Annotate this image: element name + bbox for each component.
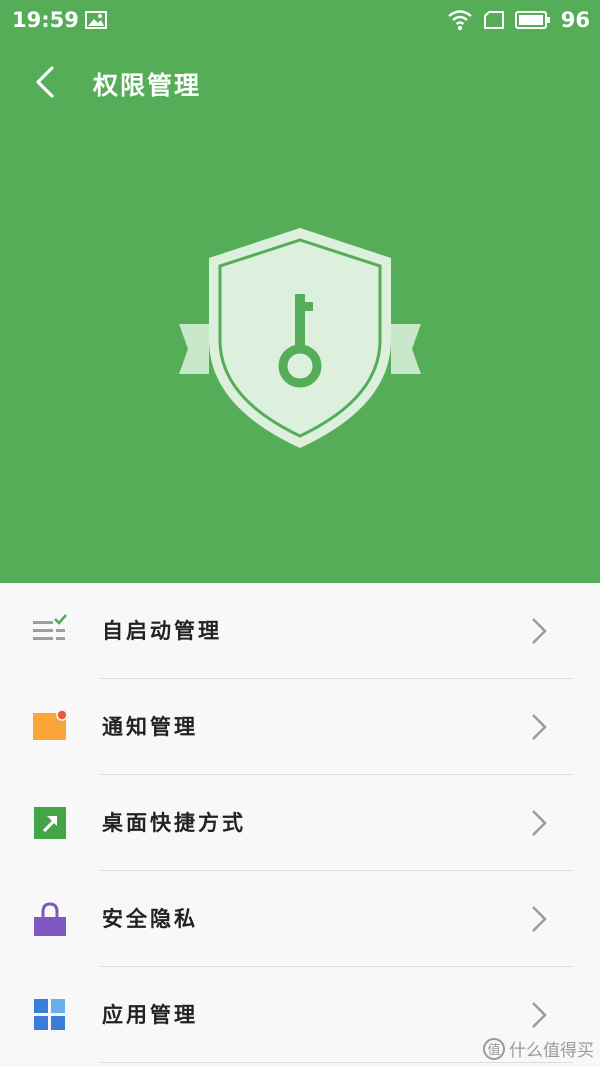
menu-item-label: 应用管理 <box>102 1003 198 1027</box>
watermark-text: 什么值得买 <box>509 1041 594 1061</box>
notification-icon <box>33 709 68 740</box>
menu-item-label: 自启动管理 <box>102 619 222 643</box>
menu-item-autostart[interactable]: 自启动管理 <box>0 583 600 679</box>
status-time: 19:59 <box>12 8 79 32</box>
shortcut-icon <box>34 807 66 839</box>
chevron-right-icon <box>532 714 547 740</box>
chevron-right-icon <box>532 906 547 932</box>
menu-item-notifications[interactable]: 通知管理 <box>0 679 600 775</box>
menu-item-label: 通知管理 <box>102 715 198 739</box>
back-arrow-icon <box>36 66 54 98</box>
shield-key-icon <box>179 228 421 448</box>
autostart-list-icon <box>33 614 67 640</box>
chevron-right-icon <box>532 810 547 836</box>
menu-item-security-privacy[interactable]: 安全隐私 <box>0 871 600 967</box>
header-banner: 19:59 96 权限管理 <box>0 0 600 583</box>
page-title: 权限管理 <box>93 71 202 100</box>
sim-card-icon <box>483 11 504 29</box>
divider <box>100 1062 573 1063</box>
watermark-logo: 值 <box>483 1037 505 1060</box>
menu-item-label: 桌面快捷方式 <box>102 811 246 835</box>
permission-list: 自启动管理 通知管理 桌面快捷方式 安全隐私 应用管理 值 什么值得买 <box>0 583 600 1067</box>
gallery-notification-icon <box>85 11 107 29</box>
menu-item-desktop-shortcuts[interactable]: 桌面快捷方式 <box>0 775 600 871</box>
back-button[interactable] <box>30 64 64 100</box>
app-grid-icon <box>34 999 65 1030</box>
lock-icon <box>34 902 66 936</box>
wifi-icon <box>448 10 472 31</box>
status-bar: 19:59 96 <box>0 0 600 40</box>
watermark: 值 什么值得买 <box>483 1036 594 1061</box>
battery-icon <box>514 11 550 29</box>
top-bar: 权限管理 <box>0 54 600 110</box>
chevron-right-icon <box>532 1002 547 1028</box>
menu-item-label: 安全隐私 <box>102 907 198 931</box>
battery-percent: 96 <box>560 8 590 32</box>
chevron-right-icon <box>532 618 547 644</box>
